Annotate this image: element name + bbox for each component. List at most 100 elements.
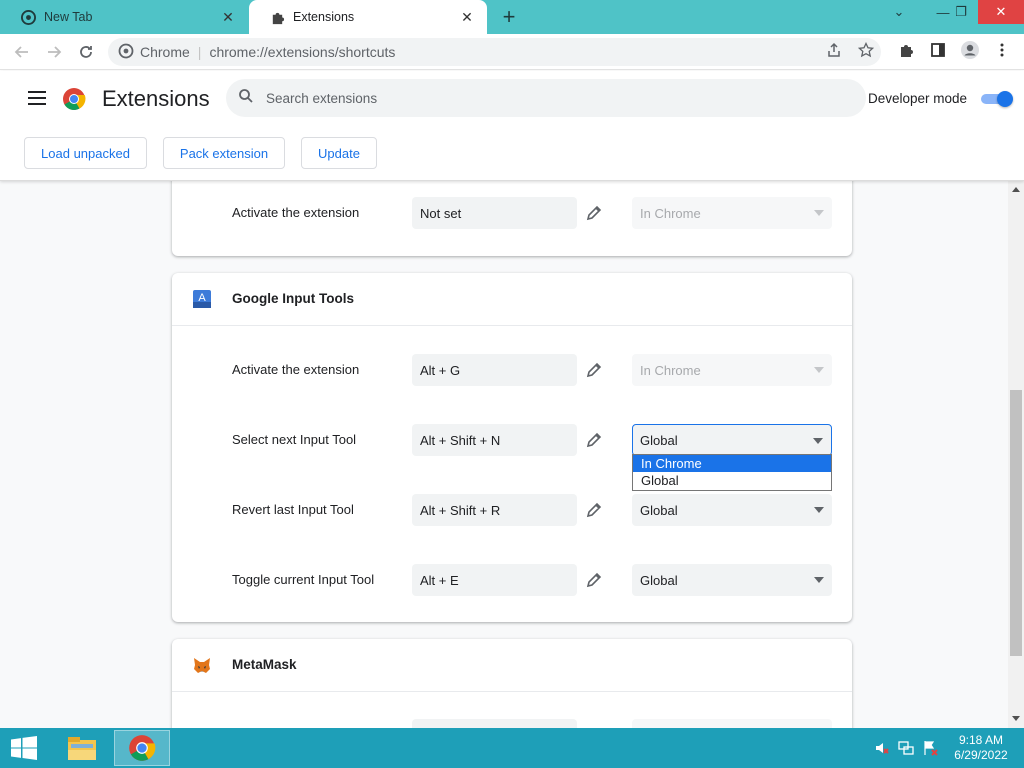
tab-strip: New Tab ✕ Extensions ✕ + ⌄ — ❐ ✕ — [0, 0, 1024, 34]
puzzle-icon — [269, 9, 285, 25]
site-name: Chrome — [140, 44, 190, 60]
shortcut-label: Activate the extension — [232, 205, 360, 220]
scope-select[interactable]: In Chrome — [632, 197, 832, 229]
shortcut-row: Revert last Input Tool Alt + Shift + R G… — [172, 494, 852, 526]
edit-pencil-icon[interactable] — [582, 360, 606, 380]
edit-pencil-icon[interactable] — [582, 203, 606, 223]
shortcut-field[interactable]: Alt + E — [412, 564, 577, 596]
close-window-button[interactable]: ✕ — [978, 0, 1024, 24]
new-tab-button[interactable]: + — [497, 4, 521, 29]
tab-new-tab[interactable]: New Tab ✕ — [0, 0, 248, 34]
back-button[interactable] — [10, 40, 34, 64]
toggle-knob — [997, 91, 1013, 107]
search-input[interactable] — [266, 90, 826, 106]
scope-value: In Chrome — [640, 205, 701, 221]
tab-title: Extensions — [293, 10, 355, 24]
address-bar[interactable]: Chrome | chrome://extensions/shortcuts — [108, 38, 881, 66]
shortcut-field[interactable]: Not set — [412, 197, 577, 229]
scope-dropdown-list[interactable]: In Chrome Global — [632, 454, 832, 491]
load-unpacked-button[interactable]: Load unpacked — [24, 137, 147, 169]
file-explorer-icon[interactable] — [54, 730, 110, 766]
chrome-taskbar-icon[interactable] — [114, 730, 170, 766]
scroll-up-arrow-icon[interactable] — [1012, 187, 1020, 192]
scope-value: Global — [640, 572, 678, 588]
scope-select[interactable]: Global — [632, 494, 832, 526]
system-clock[interactable]: 9:18 AM 6/29/2022 — [946, 733, 1016, 763]
restore-button[interactable]: ❐ — [944, 0, 978, 24]
google-input-tools-icon: A — [192, 289, 212, 309]
tab-search-chevron-icon[interactable]: ⌄ — [882, 0, 916, 24]
dropdown-caret-icon — [813, 438, 823, 444]
shortcut-label: Activate the extension — [232, 362, 360, 377]
kebab-menu-icon[interactable] — [990, 38, 1014, 62]
shortcut-value: Not set — [420, 205, 462, 221]
reload-button[interactable] — [74, 40, 98, 64]
shortcut-field[interactable]: Alt + G — [412, 354, 577, 386]
update-button[interactable]: Update — [301, 137, 377, 169]
card-header: MetaMask — [172, 639, 852, 692]
scope-select[interactable] — [632, 719, 832, 728]
shortcut-row: Toggle current Input Tool Alt + E Global — [172, 564, 852, 596]
shortcut-label: Toggle current Input Tool — [232, 572, 375, 587]
shortcut-label: Select next Input Tool — [232, 432, 357, 447]
scope-value: In Chrome — [640, 362, 701, 378]
share-icon[interactable] — [822, 38, 846, 62]
windows-start-icon[interactable] — [10, 736, 38, 760]
bookmark-star-icon[interactable] — [854, 38, 878, 62]
shortcut-value: Alt + Shift + R — [420, 502, 501, 518]
edit-pencil-icon[interactable] — [582, 570, 606, 590]
clock-date: 6/29/2022 — [954, 748, 1008, 762]
shortcut-field[interactable] — [412, 719, 577, 728]
dropdown-caret-icon — [814, 367, 824, 373]
shortcut-field[interactable]: Alt + Shift + R — [412, 494, 577, 526]
developer-mode-label: Developer mode — [868, 91, 968, 106]
shortcut-value: Alt + E — [420, 572, 459, 588]
shortcut-row: Select next Input Tool Alt + Shift + N G… — [172, 424, 852, 456]
chrome-site-icon — [118, 43, 134, 62]
extension-card-google-input-tools: A Google Input Tools Activate the extens… — [172, 273, 852, 622]
dropdown-caret-icon — [814, 210, 824, 216]
shortcuts-content[interactable]: Activate the extension Not set In Chrome… — [0, 181, 1008, 728]
scope-value: Global — [640, 432, 678, 448]
extension-name: MetaMask — [232, 657, 297, 672]
pack-extension-button[interactable]: Pack extension — [163, 137, 285, 169]
page-title: Extensions — [102, 86, 210, 111]
volume-muted-icon[interactable] — [874, 740, 890, 756]
shortcut-row: Activate the extension Alt + G In Chrome — [172, 354, 852, 386]
chrome-icon — [20, 9, 36, 25]
page-scrollbar[interactable] — [1008, 181, 1024, 728]
close-tab-icon[interactable]: ✕ — [220, 9, 236, 25]
search-icon — [238, 88, 254, 109]
search-box[interactable] — [226, 79, 866, 117]
extension-name: Google Input Tools — [232, 291, 354, 306]
dropdown-option-in-chrome[interactable]: In Chrome — [633, 455, 831, 472]
url-text: chrome://extensions/shortcuts — [209, 44, 396, 60]
scope-select[interactable]: Global — [632, 564, 832, 596]
edit-pencil-icon[interactable] — [582, 430, 606, 450]
shortcut-field[interactable]: Alt + Shift + N — [412, 424, 577, 456]
shortcut-value: Alt + Shift + N — [420, 432, 501, 448]
scope-select[interactable]: In Chrome — [632, 354, 832, 386]
scope-select[interactable]: Global — [632, 424, 832, 456]
forward-button[interactable] — [42, 40, 66, 64]
close-tab-icon[interactable]: ✕ — [459, 9, 475, 25]
card-header: A Google Input Tools — [172, 273, 852, 326]
scrollbar-thumb[interactable] — [1010, 390, 1022, 656]
extensions-puzzle-icon[interactable] — [894, 38, 918, 62]
edit-pencil-icon[interactable] — [582, 500, 606, 520]
chrome-logo-icon — [62, 87, 86, 111]
profile-avatar-icon[interactable] — [958, 38, 982, 62]
hamburger-menu-icon[interactable] — [28, 91, 46, 107]
scroll-down-arrow-icon[interactable] — [1012, 716, 1020, 721]
network-icon[interactable] — [898, 740, 914, 756]
scope-value: Global — [640, 502, 678, 518]
action-center-flag-icon[interactable] — [922, 740, 938, 756]
developer-mode-toggle[interactable] — [981, 91, 1013, 107]
windows-taskbar: 9:18 AM 6/29/2022 — [0, 728, 1024, 768]
omnibox-separator: | — [197, 44, 202, 60]
clock-time: 9:18 AM — [958, 733, 1004, 747]
browser-toolbar: Chrome | chrome://extensions/shortcuts — [0, 34, 1024, 70]
dropdown-option-global[interactable]: Global — [633, 472, 831, 489]
side-panel-icon[interactable] — [926, 38, 950, 62]
tab-extensions[interactable]: Extensions ✕ — [249, 0, 487, 34]
